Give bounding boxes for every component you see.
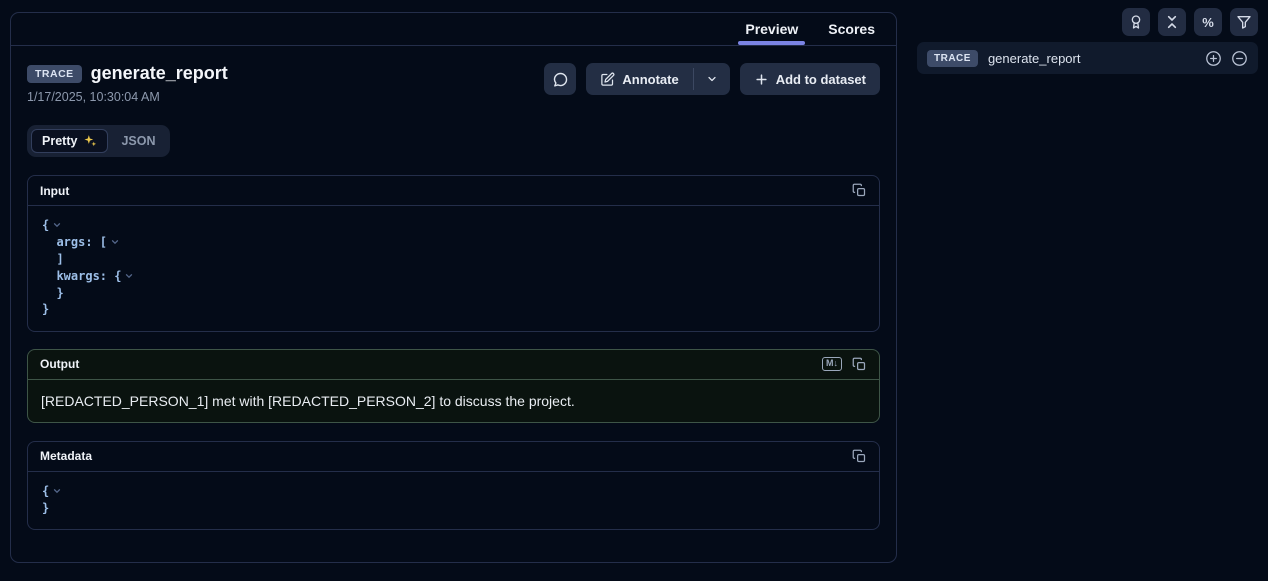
add-to-dataset-label: Add to dataset <box>776 72 866 87</box>
plus-icon <box>754 72 769 87</box>
annotate-split-button: Annotate <box>586 63 729 95</box>
trace-detail-panel: Preview Scores TRACE generate_report 1/1… <box>10 12 897 563</box>
copy-output-button[interactable] <box>852 357 867 372</box>
annotate-button[interactable]: Annotate <box>586 63 692 95</box>
tab-scores[interactable]: Scores <box>813 13 890 45</box>
tab-preview[interactable]: Preview <box>730 13 813 45</box>
json-token: ] <box>42 252 64 266</box>
json-token: kwargs: { <box>42 269 121 283</box>
chevron-down-icon[interactable] <box>110 237 120 247</box>
tab-scores-label: Scores <box>828 21 875 37</box>
json-token: } <box>42 286 64 300</box>
tab-preview-label: Preview <box>745 21 798 37</box>
json-token: { <box>42 218 49 232</box>
pretty-toggle[interactable]: Pretty <box>31 129 108 153</box>
chevron-down-icon[interactable] <box>124 271 134 281</box>
metadata-section: Metadata { } <box>27 441 880 531</box>
tree-toolbar: % <box>1122 8 1258 36</box>
trace-header-row: TRACE generate_report 1/17/2025, 10:30:0… <box>27 63 880 104</box>
pretty-label: Pretty <box>42 134 77 148</box>
filter-funnel-icon <box>1236 14 1252 30</box>
page-title: generate_report <box>91 63 228 84</box>
view-mode-toggle: Pretty JSON <box>27 125 170 157</box>
trace-badge: TRACE <box>927 50 978 67</box>
metadata-json-viewer: { } <box>28 472 879 530</box>
minus-circle-icon <box>1231 50 1248 67</box>
output-section: Output M↓ [REDACTED_PERSON_1] met with [… <box>27 349 880 423</box>
add-to-dataset-button[interactable]: Add to dataset <box>740 63 880 95</box>
input-section: Input { args: [ ] kwargs: { } } <box>27 175 880 332</box>
chevron-down-icon[interactable] <box>52 486 62 496</box>
output-content: [REDACTED_PERSON_1] met with [REDACTED_P… <box>28 380 879 422</box>
tab-bar: Preview Scores <box>11 13 896 46</box>
trace-timestamp: 1/17/2025, 10:30:04 AM <box>27 90 228 104</box>
chevron-down-icon <box>706 73 718 85</box>
trace-tree-row[interactable]: TRACE generate_report <box>917 42 1258 74</box>
trace-badge: TRACE <box>27 65 82 83</box>
copy-metadata-button[interactable] <box>852 449 867 464</box>
chevron-down-icon[interactable] <box>52 220 62 230</box>
trace-header-left: TRACE generate_report 1/17/2025, 10:30:0… <box>27 63 228 104</box>
annotate-label: Annotate <box>622 72 678 87</box>
json-token: { <box>42 484 49 498</box>
metadata-section-header: Metadata <box>28 442 879 472</box>
output-section-title: Output <box>40 357 79 371</box>
markdown-toggle-button[interactable]: M↓ <box>822 357 842 371</box>
sparkles-icon <box>83 134 97 148</box>
markdown-icon: M↓ <box>822 357 842 371</box>
comment-button[interactable] <box>544 63 576 95</box>
copy-icon <box>852 357 867 372</box>
trace-actions: Annotate Add to dataset <box>544 63 880 95</box>
copy-icon <box>852 449 867 464</box>
percent-button[interactable]: % <box>1194 8 1222 36</box>
collapse-all-button[interactable] <box>1231 50 1248 67</box>
metadata-section-title: Metadata <box>40 449 92 463</box>
trace-tree-title: generate_report <box>988 51 1195 66</box>
json-token: } <box>42 302 49 316</box>
edit-icon <box>600 72 615 87</box>
copy-input-button[interactable] <box>852 183 867 198</box>
input-json-viewer: { args: [ ] kwargs: { } } <box>28 206 879 331</box>
award-icon <box>1128 14 1144 30</box>
json-label: JSON <box>121 134 155 148</box>
copy-icon <box>852 183 867 198</box>
json-token: } <box>42 501 49 515</box>
input-section-header: Input <box>28 176 879 206</box>
panel-body: TRACE generate_report 1/17/2025, 10:30:0… <box>11 46 896 562</box>
input-section-title: Input <box>40 184 69 198</box>
feedback-button[interactable] <box>1122 8 1150 36</box>
expand-all-button[interactable] <box>1205 50 1222 67</box>
output-section-header: Output M↓ <box>28 350 879 380</box>
json-token: args: [ <box>42 235 107 249</box>
speech-bubble-icon <box>552 71 569 88</box>
collapse-vertical-icon <box>1164 14 1180 30</box>
plus-circle-icon <box>1205 50 1222 67</box>
collapse-panel-button[interactable] <box>1158 8 1186 36</box>
percent-icon: % <box>1202 15 1214 30</box>
filter-button[interactable] <box>1230 8 1258 36</box>
annotate-dropdown-button[interactable] <box>694 63 730 95</box>
json-toggle[interactable]: JSON <box>110 129 166 153</box>
